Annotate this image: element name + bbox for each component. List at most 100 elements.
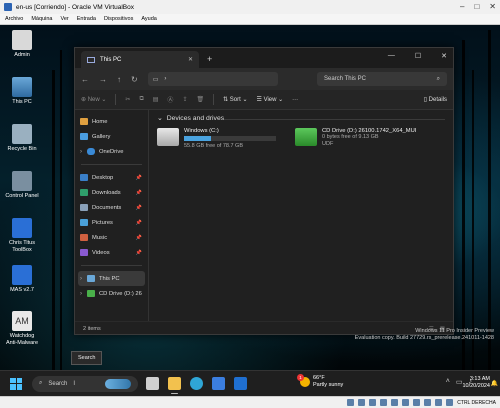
menu-dispositivos[interactable]: Dispositivos xyxy=(104,16,133,22)
refresh-icon[interactable]: ↻ xyxy=(131,75,138,84)
tab-this-pc[interactable]: This PC ✕ xyxy=(81,51,199,68)
notification-bell-icon[interactable]: 🔔 xyxy=(491,380,498,387)
vbox-menu-bar: Archivo Máquina Ver Entrada Dispositivos… xyxy=(0,14,500,25)
pin-icon: 📌 xyxy=(135,204,142,211)
forward-icon[interactable]: → xyxy=(99,75,107,84)
cpu-status-icon[interactable] xyxy=(435,399,443,406)
vbox-status-bar: CTRL DERECHA xyxy=(0,396,500,408)
edge-icon[interactable] xyxy=(190,377,203,390)
nav-item-cd-drive[interactable]: › CD Drive (D:) 26 xyxy=(75,286,148,301)
chevron-right-icon[interactable]: › xyxy=(80,276,82,282)
nav-item-onedrive[interactable]: › OneDrive xyxy=(75,144,148,159)
back-icon[interactable]: ← xyxy=(81,75,89,84)
delete-icon[interactable]: 🗑 xyxy=(196,96,204,103)
recording-status-icon[interactable] xyxy=(424,399,432,406)
file-explorer-icon[interactable] xyxy=(168,377,181,394)
pin-icon: 📌 xyxy=(135,174,142,181)
menu-maquina[interactable]: Máquina xyxy=(31,16,52,22)
desktop-icon-control-panel[interactable]: Control Panel xyxy=(4,171,40,200)
drive-list: Windows (C:) 55.8 GB free of 78.7 GB CD … xyxy=(157,128,445,150)
pin-icon: 📌 xyxy=(135,219,142,226)
up-icon[interactable]: ↑ xyxy=(117,75,121,84)
hdd-status-icon[interactable] xyxy=(347,399,355,406)
hard-drive-icon xyxy=(157,128,179,146)
chevron-right-icon: › xyxy=(164,76,167,82)
chevron-right-icon[interactable]: › xyxy=(80,149,82,155)
usb-status-icon[interactable] xyxy=(391,399,399,406)
rename-icon[interactable]: Ⓐ xyxy=(167,95,173,104)
mouse-integration-icon[interactable] xyxy=(446,399,454,406)
menu-entrada[interactable]: Entrada xyxy=(77,16,96,22)
new-button[interactable]: ⊕ New ⌄ xyxy=(81,96,106,103)
file-explorer-window: This PC ✕ + — ☐ ✕ ← → ↑ ↻ ▭ › Search Thi… xyxy=(74,47,454,335)
weather-icon: 1 xyxy=(297,374,310,387)
copy-icon[interactable]: ⧉ xyxy=(139,96,143,103)
desktop-icon-mas[interactable]: MAS v2.7 xyxy=(4,265,40,294)
search-highlight-icon xyxy=(105,378,131,389)
menu-ayuda[interactable]: Ayuda xyxy=(141,16,157,22)
taskbar-clock[interactable]: 3:13 AM 10/20/2024 xyxy=(462,376,490,390)
audio-status-icon[interactable] xyxy=(369,399,377,406)
nav-item-music[interactable]: Music 📌 xyxy=(75,230,148,245)
desktop-icon-admin[interactable]: Admin xyxy=(4,30,40,59)
nav-item-home[interactable]: Home xyxy=(75,114,148,129)
divider xyxy=(81,164,142,165)
new-tab-icon[interactable]: + xyxy=(207,54,212,64)
search-input[interactable]: Search This PC ⌕ xyxy=(317,72,447,86)
menu-ver[interactable]: Ver xyxy=(60,16,68,22)
sort-button[interactable]: ⇅ Sort ⌄ xyxy=(223,96,247,103)
store-icon[interactable] xyxy=(212,377,225,390)
cd-drive-icon xyxy=(295,128,317,146)
drive-item-d[interactable]: CD Drive (D:) 26100.1742_X64_MUI 0 bytes… xyxy=(295,128,425,150)
drive-item-c[interactable]: Windows (C:) 55.8 GB free of 78.7 GB xyxy=(157,128,287,150)
close-icon[interactable]: ✕ xyxy=(489,2,496,11)
optical-status-icon[interactable] xyxy=(358,399,366,406)
close-icon[interactable]: ✕ xyxy=(441,52,447,60)
share-icon[interactable]: ⇪ xyxy=(182,96,187,103)
divider xyxy=(115,94,117,105)
drive-usage-fill xyxy=(184,136,211,141)
desktop-icon-chris-titus-toolbox[interactable]: Chris Titus ToolBox xyxy=(4,218,40,253)
cd-drive-icon xyxy=(87,290,95,297)
divider xyxy=(213,94,215,105)
nav-item-this-pc[interactable]: › This PC xyxy=(78,271,145,286)
close-tab-icon[interactable]: ✕ xyxy=(188,56,193,63)
desktop-icon-this-pc[interactable]: This PC xyxy=(4,77,40,106)
nav-item-pictures[interactable]: Pictures 📌 xyxy=(75,215,148,230)
nav-item-videos[interactable]: Videos 📌 xyxy=(75,245,148,260)
explorer-window-controls: — ☐ ✕ xyxy=(388,52,447,60)
windows-watermark: Windows 11 Pro Insider Preview Evaluatio… xyxy=(354,328,494,341)
paste-icon[interactable]: ▤ xyxy=(153,96,159,103)
nav-item-documents[interactable]: Documents 📌 xyxy=(75,200,148,215)
taskbar-search-box[interactable]: ⌕ Search I xyxy=(32,375,138,392)
nav-item-downloads[interactable]: Downloads 📌 xyxy=(75,185,148,200)
maximize-icon[interactable]: □ xyxy=(474,2,479,11)
minimize-icon[interactable]: — xyxy=(388,52,395,60)
desktop-icon-watchdog[interactable]: AM Watchdog Anti-Malware xyxy=(4,311,40,346)
desktop-icon-recycle-bin[interactable]: Recycle Bin xyxy=(4,124,40,153)
start-button[interactable] xyxy=(10,377,22,390)
outlook-icon[interactable] xyxy=(234,377,247,390)
nav-item-desktop[interactable]: Desktop 📌 xyxy=(75,170,148,185)
weather-widget[interactable]: 1 66°F Partly sunny xyxy=(297,374,343,389)
explorer-body: Home Gallery › OneDrive Desktop 📌 Downlo… xyxy=(75,110,453,321)
more-options-button[interactable]: ··· xyxy=(292,97,298,103)
minimize-icon[interactable]: – xyxy=(460,2,464,11)
task-view-icon[interactable] xyxy=(146,377,159,390)
details-button[interactable]: ▯ Details xyxy=(424,96,447,103)
network-status-icon[interactable] xyxy=(380,399,388,406)
shared-folder-status-icon[interactable] xyxy=(402,399,410,406)
display-status-icon[interactable] xyxy=(413,399,421,406)
address-bar[interactable]: ▭ › xyxy=(147,72,278,86)
cut-icon[interactable]: ✂ xyxy=(125,96,130,103)
chevron-right-icon[interactable]: › xyxy=(80,291,82,297)
nav-item-gallery[interactable]: Gallery xyxy=(75,129,148,144)
watchdog-icon: AM xyxy=(12,311,32,331)
view-button[interactable]: ☰ View ⌄ xyxy=(257,96,284,103)
pin-icon: 📌 xyxy=(135,189,142,196)
menu-archivo[interactable]: Archivo xyxy=(5,16,23,22)
chevron-up-icon[interactable]: ˄ xyxy=(446,378,450,386)
group-header-devices[interactable]: ⌄ Devices and drives xyxy=(157,114,445,123)
content-pane: ⌄ Devices and drives Windows (C:) 55.8 G… xyxy=(149,110,453,321)
maximize-icon[interactable]: ☐ xyxy=(415,52,421,60)
